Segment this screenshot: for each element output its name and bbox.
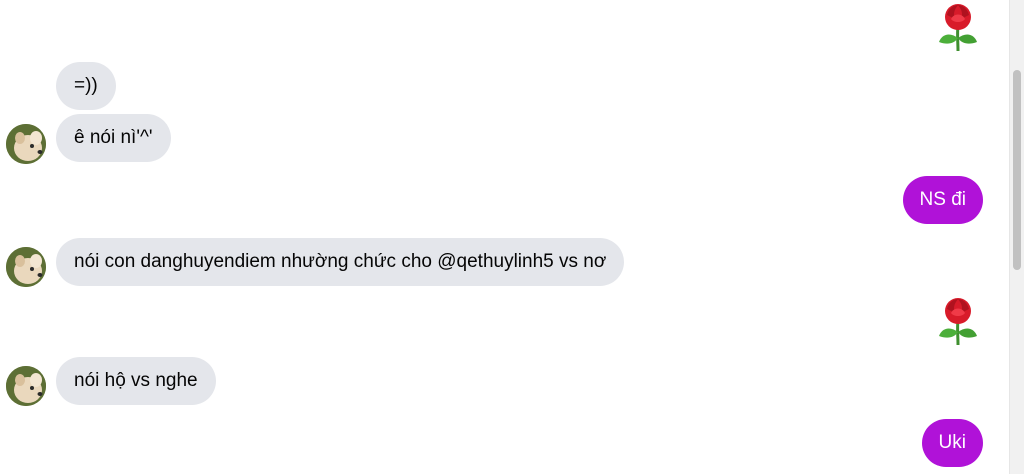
outgoing-message-bubble[interactable]: Uki (921, 419, 983, 467)
contact-avatar[interactable] (6, 247, 46, 287)
rose-icon[interactable] (934, 296, 982, 346)
dog-avatar-icon (6, 366, 46, 406)
chat-thread: =)) ê nói nì'^' NS đi nói con danghuyend… (0, 0, 1010, 474)
dog-avatar-icon (6, 247, 46, 287)
contact-avatar[interactable] (6, 366, 46, 406)
incoming-message-bubble[interactable]: ê nói nì'^' (56, 114, 171, 162)
scrollbar-thumb[interactable] (1013, 70, 1021, 270)
dog-avatar-icon (6, 124, 46, 164)
scrollbar[interactable] (1009, 0, 1024, 474)
incoming-message-bubble[interactable]: nói con danghuyendiem nhường chức cho @q… (56, 238, 625, 286)
incoming-message-bubble[interactable]: nói hộ vs nghe (56, 357, 216, 405)
rose-icon[interactable] (934, 2, 982, 52)
incoming-message-bubble[interactable]: =)) (56, 62, 116, 110)
outgoing-message-bubble[interactable]: NS đi (902, 176, 983, 224)
contact-avatar[interactable] (6, 124, 46, 164)
